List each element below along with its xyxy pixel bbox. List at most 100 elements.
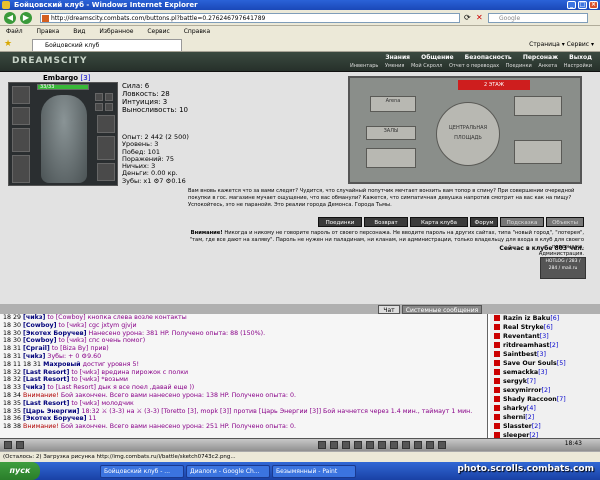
ring-slot-2[interactable]	[105, 93, 113, 101]
tab-chat[interactable]: Чат	[378, 305, 400, 314]
toolbar-button-7[interactable]	[378, 441, 386, 449]
chat-author[interactable]: [Cowboy]	[23, 337, 56, 344]
private-message-icon[interactable]	[494, 315, 500, 321]
amulet-slot[interactable]	[12, 107, 30, 125]
menu-file[interactable]: Файл	[6, 28, 23, 35]
private-message-icon[interactable]	[494, 405, 500, 411]
task-paint[interactable]: Безымянный - Paint	[272, 465, 356, 478]
online-user[interactable]: sergyk[7]	[490, 377, 600, 386]
toolbar-button-4[interactable]	[342, 441, 350, 449]
chat-author[interactable]: [Экотех Боручев]	[23, 415, 86, 422]
toolbar-button-11[interactable]	[426, 441, 434, 449]
chat-author[interactable]: [Экотех Боручев]	[23, 330, 86, 337]
online-user[interactable]: Slasster[2]	[490, 422, 600, 431]
online-users-list[interactable]: Razin iz Baku[6] Real Stryke[6] Reventant[…	[490, 314, 600, 438]
toolbar-button-12[interactable]	[438, 441, 446, 449]
smile-button[interactable]	[318, 441, 326, 449]
map-door-2[interactable]	[514, 140, 562, 164]
online-user-name[interactable]: sharky	[503, 405, 527, 412]
menu-help[interactable]: Справка	[184, 28, 210, 35]
online-user-name[interactable]: Real Stryke	[503, 324, 544, 331]
chat-log[interactable]: 18 29 [чиkз] to [Cowboy] кнопка слева во…	[0, 314, 488, 438]
tab-combats[interactable]: Бойцовский клуб	[32, 39, 182, 51]
private-message-icon[interactable]	[494, 351, 500, 357]
armor-slot[interactable]	[12, 155, 30, 183]
private-message-icon[interactable]	[494, 324, 500, 330]
ring-slot-1[interactable]	[95, 93, 103, 101]
toolbar-button-2[interactable]	[16, 441, 24, 449]
weapon-right-slot[interactable]	[97, 136, 115, 160]
weapon-left-slot[interactable]	[12, 128, 30, 152]
hit-counter[interactable]: HOTLOG / 283 / 284 / mail.ru	[540, 257, 586, 279]
private-message-icon[interactable]	[494, 396, 500, 402]
online-user[interactable]: Save Our Souls[5]	[490, 359, 600, 368]
toolbar-button-6[interactable]	[366, 441, 374, 449]
page-tools-menu[interactable]: Страница ▾ Сервис ▾	[529, 39, 594, 50]
online-user[interactable]: Saintbest[3]	[490, 350, 600, 359]
start-button[interactable]: пуск	[0, 462, 40, 480]
online-user[interactable]: semackka[3]	[490, 368, 600, 377]
map-door-3[interactable]	[366, 148, 416, 168]
toolbar-button-5[interactable]	[354, 441, 362, 449]
chat-author[interactable]: [чиkз]	[23, 314, 45, 321]
character-name[interactable]: Embargo [3]	[43, 74, 90, 82]
subnav-fights[interactable]: Поединки	[506, 63, 532, 69]
online-user[interactable]: Real Stryke[6]	[490, 323, 600, 332]
chat-author[interactable]: [чиkз]	[23, 384, 45, 391]
online-user[interactable]: sleeper[2]	[490, 431, 600, 438]
task-chrome[interactable]: Диалоги - Google Ch...	[186, 465, 270, 478]
private-message-icon[interactable]	[494, 369, 500, 375]
refresh-icon[interactable]: ⟳	[464, 13, 471, 22]
subnav-profile[interactable]: Анкета	[538, 63, 557, 69]
private-message-icon[interactable]	[494, 378, 500, 384]
nav-knowledge[interactable]: Знания	[385, 54, 410, 61]
subnav-scroll[interactable]: Мой Скролл	[411, 63, 442, 69]
map-zone-arena[interactable]: Аrena	[370, 96, 416, 112]
maximize-button[interactable]: □	[578, 1, 587, 9]
subnav-settings[interactable]: Настройки	[564, 63, 592, 69]
helmet-slot[interactable]	[12, 86, 30, 104]
search-input[interactable]: Google	[488, 13, 588, 23]
online-user[interactable]: sexymirror[2]	[490, 386, 600, 395]
online-user-name[interactable]: sergyk	[503, 378, 527, 385]
chat-author[interactable]: Внимание!	[23, 392, 59, 399]
subnav-inventory[interactable]: Инвентарь	[350, 63, 378, 69]
private-message-icon[interactable]	[494, 414, 500, 420]
online-user[interactable]: Reventant[3]	[490, 332, 600, 341]
private-message-icon[interactable]	[494, 333, 500, 339]
toolbar-button-8[interactable]	[390, 441, 398, 449]
chat-author[interactable]: Махровый	[43, 361, 81, 368]
nav-security[interactable]: Безопасность	[465, 54, 512, 61]
online-user-name[interactable]: semackka	[503, 369, 538, 376]
club-map-button[interactable]: Карта клуба	[410, 217, 468, 227]
chat-author[interactable]: [Сргаil]	[23, 345, 50, 352]
favorites-star-icon[interactable]: ★	[4, 39, 12, 49]
chat-author[interactable]: [Царь Энергии]	[23, 408, 79, 415]
forum-button[interactable]: Форум	[470, 217, 498, 227]
nav-character[interactable]: Персонаж	[523, 54, 558, 61]
return-button[interactable]: Возврат	[364, 217, 408, 227]
private-message-icon[interactable]	[494, 387, 500, 393]
hint-button[interactable]: Подсказка	[500, 217, 544, 227]
address-input[interactable]: http://dreamscity.combats.com/buttons.pl…	[40, 13, 460, 23]
boots-slot[interactable]	[97, 163, 115, 181]
subnav-skills[interactable]: Умения	[385, 63, 404, 69]
nav-social[interactable]: Общение	[421, 54, 453, 61]
toolbar-button-10[interactable]	[414, 441, 422, 449]
tab-system-messages[interactable]: Системные сообщения	[402, 305, 482, 314]
subnav-transfers[interactable]: Отчет о переводах	[449, 63, 499, 69]
online-user[interactable]: sherni[2]	[490, 413, 600, 422]
online-user-name[interactable]: sexymirror	[503, 387, 542, 394]
menu-tools[interactable]: Сервис	[147, 28, 169, 35]
fights-button[interactable]: Поединки	[318, 217, 362, 227]
map-zone-halls[interactable]: ЗАЛЫ	[366, 126, 416, 140]
online-user-name[interactable]: Saintbest	[503, 351, 537, 358]
chat-author[interactable]: [чиkз]	[23, 353, 45, 360]
menu-view[interactable]: Вид	[73, 28, 85, 35]
online-user-name[interactable]: Save Our Souls	[503, 360, 557, 367]
online-user-name[interactable]: Razin iz Baku	[503, 315, 550, 322]
chat-author[interactable]: [Cowboy]	[23, 322, 56, 329]
toolbar-button-9[interactable]	[402, 441, 410, 449]
chat-author[interactable]: Внимание!	[23, 423, 59, 430]
chat-author[interactable]: [Last Resort]	[23, 400, 69, 407]
